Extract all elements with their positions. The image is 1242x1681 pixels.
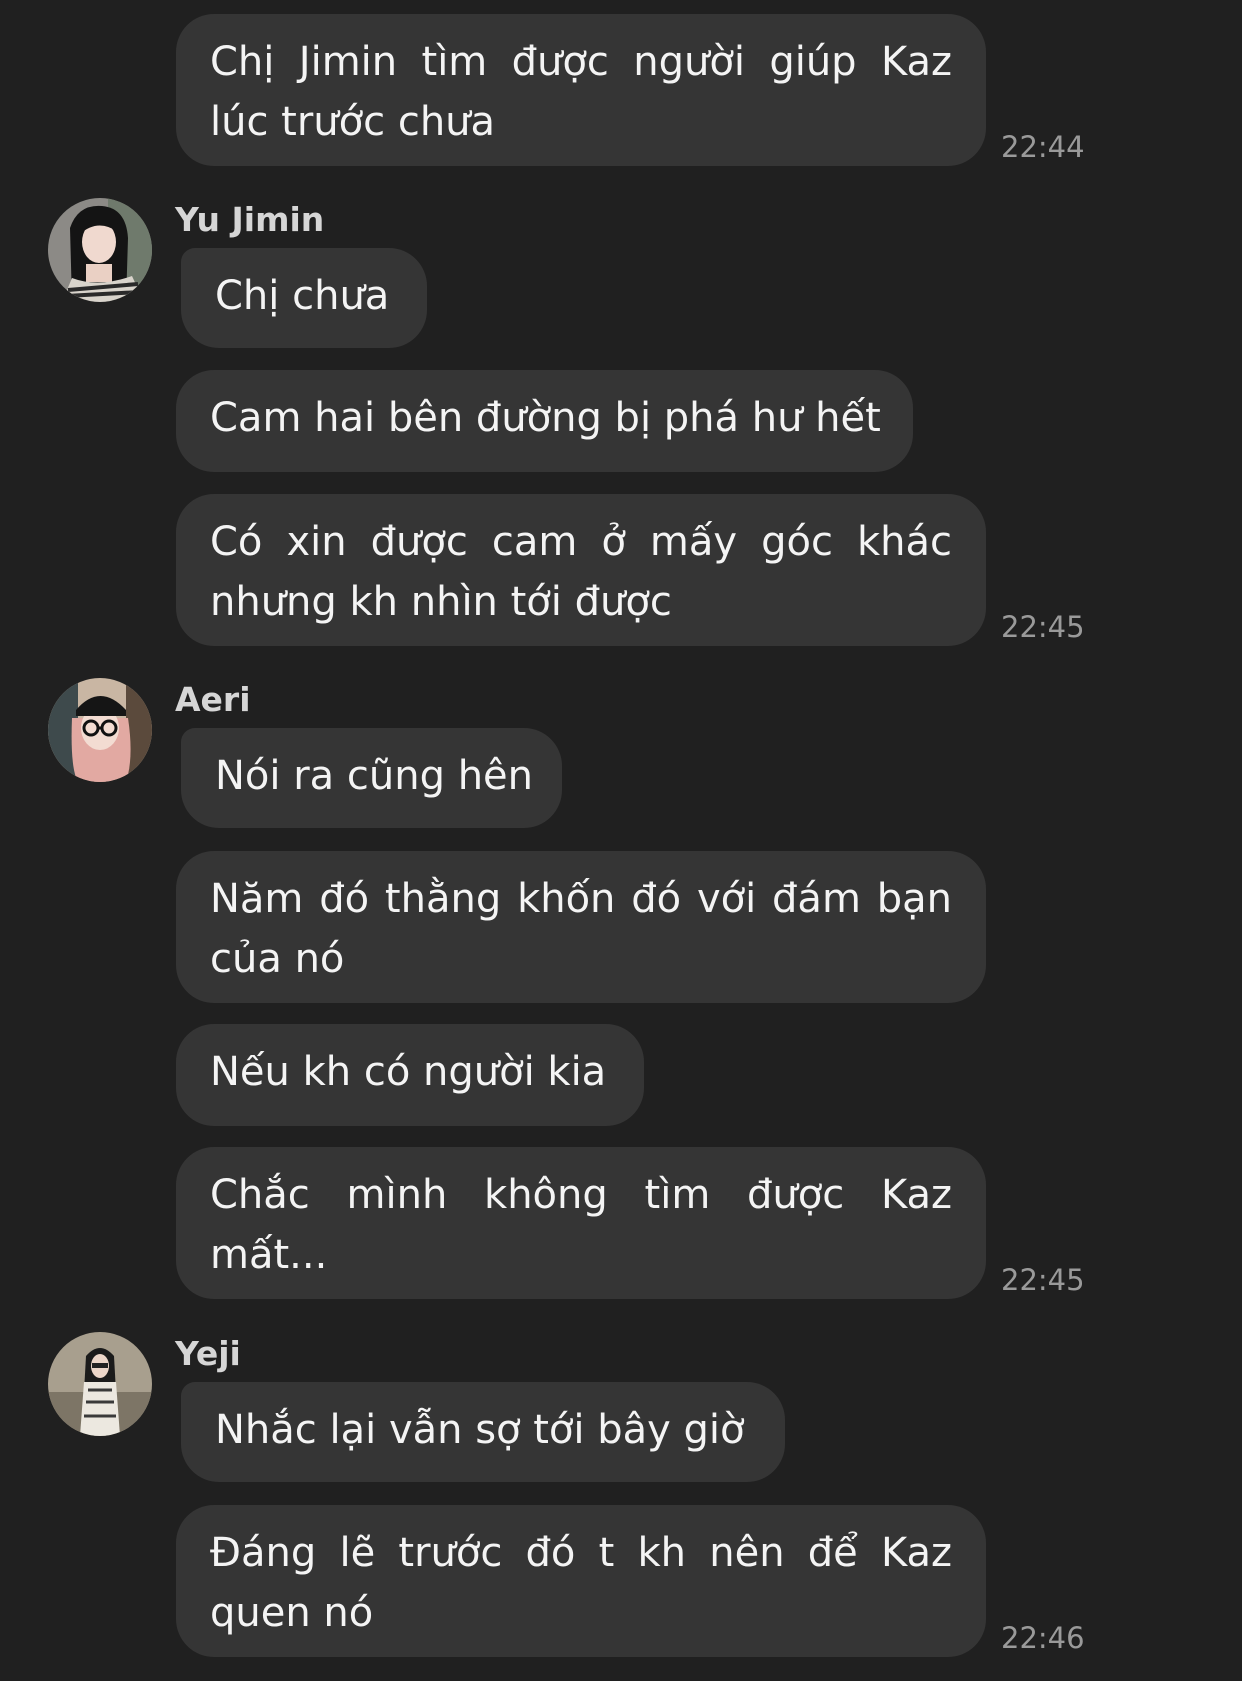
aeri-avatar[interactable]: [48, 678, 152, 782]
message-bubble[interactable]: Năm đó thằng khốn đó với đám bạn của nó: [176, 851, 986, 1003]
message-timestamp: 22:46: [1001, 1621, 1085, 1655]
message-timestamp: 22:45: [1001, 1263, 1085, 1297]
yeji-avatar[interactable]: [48, 1332, 152, 1436]
message-bubble[interactable]: Chắc mình không tìm được Kaz mất...: [176, 1147, 986, 1299]
message-bubble[interactable]: Nhắc lại vẫn sợ tới bây giờ: [181, 1382, 785, 1482]
sender-name: Yeji: [175, 1334, 241, 1373]
yu-jimin-avatar[interactable]: [48, 198, 152, 302]
message-bubble[interactable]: Đáng lẽ trước đó t kh nên để Kaz quen nó: [176, 1505, 986, 1657]
message-bubble[interactable]: Có xin được cam ở mấy góc khác nhưng kh …: [176, 494, 986, 646]
message-timestamp: 22:45: [1001, 610, 1085, 644]
sender-name: Yu Jimin: [175, 200, 325, 239]
message-bubble[interactable]: Nói ra cũng hên: [181, 728, 562, 828]
message-bubble[interactable]: Nếu kh có người kia: [176, 1024, 644, 1126]
message-bubble[interactable]: Cam hai bên đường bị phá hư hết: [176, 370, 913, 472]
sender-name: Aeri: [175, 680, 251, 719]
message-bubble[interactable]: Chị Jimin tìm được người giúp Kaz lúc tr…: [176, 14, 986, 166]
message-timestamp: 22:44: [1001, 130, 1085, 164]
message-bubble[interactable]: Chị chưa: [181, 248, 427, 348]
